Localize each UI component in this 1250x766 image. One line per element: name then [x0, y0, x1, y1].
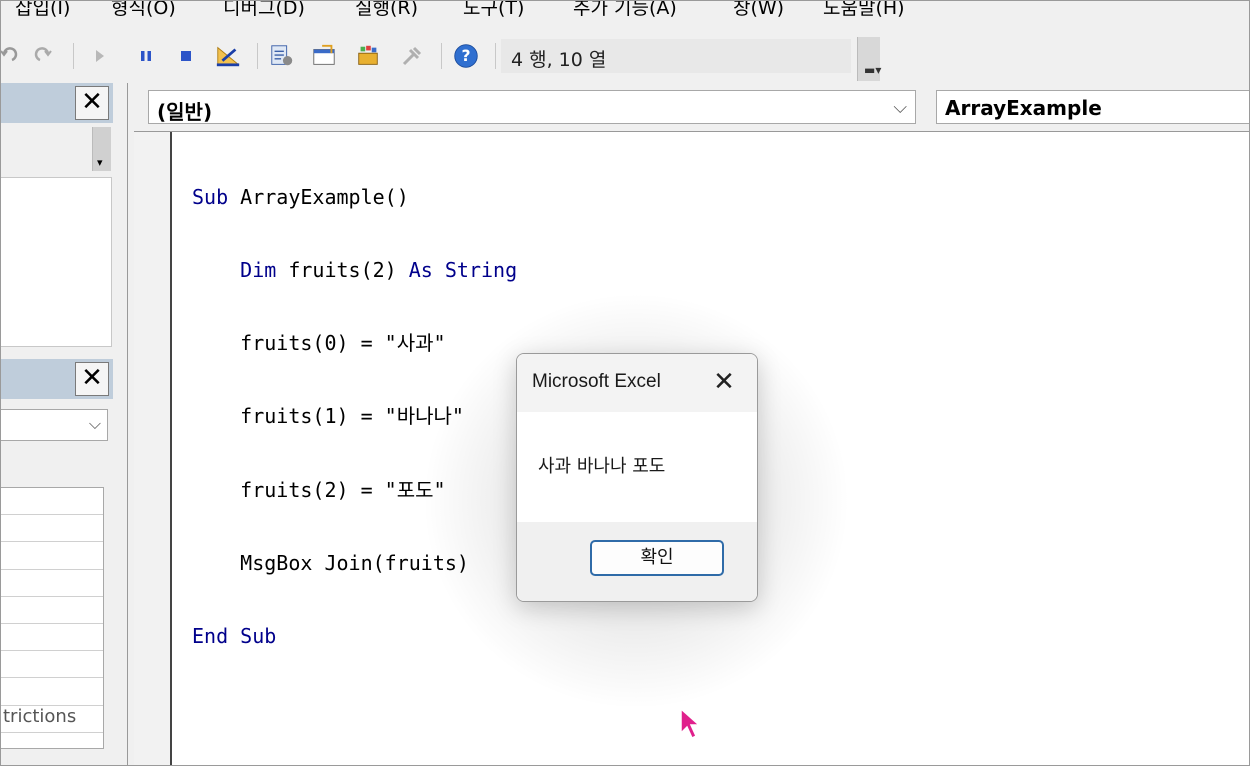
- message-box-dialog: Microsoft Excel ✕ 사과 바나나 포도 확인: [516, 353, 758, 602]
- help-icon[interactable]: ?: [453, 43, 479, 69]
- menu-help[interactable]: 도움말(H): [823, 1, 905, 20]
- design-mode-icon[interactable]: [215, 43, 241, 69]
- object-browser-icon[interactable]: [355, 43, 381, 69]
- keyword: Dim: [240, 258, 277, 283]
- toolbar-options-grip[interactable]: ▬▾: [857, 37, 882, 81]
- close-icon[interactable]: ✕: [711, 369, 737, 395]
- mouse-cursor-icon: [680, 707, 701, 740]
- menu-window[interactable]: 창(W): [733, 1, 784, 20]
- properties-icon[interactable]: [311, 43, 337, 69]
- property-row[interactable]: [1, 515, 103, 543]
- code-fragment: fruits(0) = "사과": [240, 331, 446, 356]
- break-icon[interactable]: [133, 43, 159, 69]
- property-row[interactable]: [1, 570, 103, 597]
- code-fragment: ArrayExample(): [228, 184, 409, 209]
- toolbar-separator: [73, 43, 74, 69]
- undo-icon[interactable]: [1, 43, 21, 69]
- property-row[interactable]: trictions: [1, 706, 103, 733]
- project-explorer-header: ✕: [1, 83, 113, 123]
- code-fragment: [228, 624, 240, 648]
- project-tree[interactable]: [1, 177, 112, 347]
- keyword: End: [192, 624, 229, 649]
- dialog-title: Microsoft Excel: [532, 371, 661, 392]
- procedure-dropdown-value: ArrayExample: [945, 96, 1102, 120]
- svg-text:?: ?: [461, 47, 470, 65]
- properties-object-select[interactable]: ⌵: [1, 409, 108, 441]
- code-line: Dim fruits(2) As String: [192, 258, 517, 282]
- code-line: Sub ArrayExample(): [192, 185, 517, 209]
- menu-run[interactable]: 실행(R): [355, 1, 418, 20]
- menu-insert[interactable]: 삽입(I): [15, 1, 70, 20]
- menu-debug[interactable]: 디버그(D): [223, 1, 305, 20]
- code-fragment: fruits(1) = "바나나": [240, 404, 464, 429]
- menu-bar: 삽입(I) 형식(O) 디버그(D) 실행(R) 도구(T) 추가 기능(A) …: [1, 1, 1249, 23]
- code-fragment: [433, 258, 445, 282]
- object-dropdown-value: (일반): [157, 100, 213, 124]
- toolbox-icon[interactable]: [399, 43, 425, 69]
- dialog-title-bar[interactable]: Microsoft Excel ✕: [517, 354, 757, 412]
- cursor-position-display: 4 행, 10 열: [501, 39, 851, 73]
- margin-indicator-bar[interactable]: [134, 132, 172, 765]
- code-fragment: fruits(2): [276, 258, 409, 283]
- redo-icon[interactable]: [31, 43, 57, 69]
- keyword: Sub: [192, 184, 229, 209]
- chevron-down-icon: ⌵: [88, 414, 101, 433]
- property-row[interactable]: [1, 651, 103, 679]
- properties-header: ✕: [1, 359, 113, 399]
- project-explorer-toolbar: ▾: [1, 125, 113, 173]
- run-icon[interactable]: [87, 43, 113, 69]
- close-icon[interactable]: ✕: [75, 86, 109, 120]
- vba-editor-window: 삽입(I) 형식(O) 디버그(D) 실행(R) 도구(T) 추가 기능(A) …: [0, 0, 1250, 766]
- property-row[interactable]: [1, 624, 103, 652]
- toolbar-separator: [257, 43, 258, 69]
- keyword: As: [408, 258, 433, 283]
- toolbar-options-grip[interactable]: ▾: [92, 127, 111, 171]
- menu-addins[interactable]: 추가 기능(A): [573, 1, 677, 20]
- dialog-message: 사과 바나나 포도: [538, 456, 666, 477]
- property-name: trictions: [3, 705, 77, 727]
- procedure-dropdown[interactable]: ArrayExample: [936, 90, 1249, 124]
- ok-button[interactable]: 확인: [590, 540, 724, 576]
- toolbar-separator: [495, 43, 496, 69]
- property-row[interactable]: [1, 488, 103, 516]
- chevron-down-icon: ⌵: [893, 97, 907, 118]
- dialog-footer: 확인: [517, 522, 757, 601]
- cursor-position-text: 4 행, 10 열: [511, 49, 607, 71]
- properties-grid[interactable]: trictions: [1, 487, 104, 749]
- keyword: Sub: [240, 624, 277, 649]
- toolbar-separator: [441, 43, 442, 69]
- reset-icon[interactable]: [173, 43, 199, 69]
- property-row[interactable]: [1, 678, 103, 706]
- menu-format[interactable]: 형식(O): [111, 1, 176, 20]
- keyword: String: [444, 258, 518, 283]
- project-explorer-icon[interactable]: [269, 43, 295, 69]
- property-row[interactable]: [1, 542, 103, 570]
- close-icon[interactable]: ✕: [75, 362, 109, 396]
- chevron-down-icon: ▾: [97, 156, 103, 169]
- dialog-body: 사과 바나나 포도: [517, 412, 757, 522]
- menu-tools[interactable]: 도구(T): [463, 1, 524, 20]
- standard-toolbar: ? 4 행, 10 열 ▬▾: [1, 31, 881, 81]
- property-row[interactable]: [1, 597, 103, 624]
- object-dropdown[interactable]: (일반) ⌵: [148, 90, 916, 124]
- chevron-down-icon: ▬▾: [864, 63, 882, 77]
- code-line: fruits(0) = "사과": [192, 331, 517, 355]
- code-fragment: fruits(2) = "포도": [240, 477, 446, 502]
